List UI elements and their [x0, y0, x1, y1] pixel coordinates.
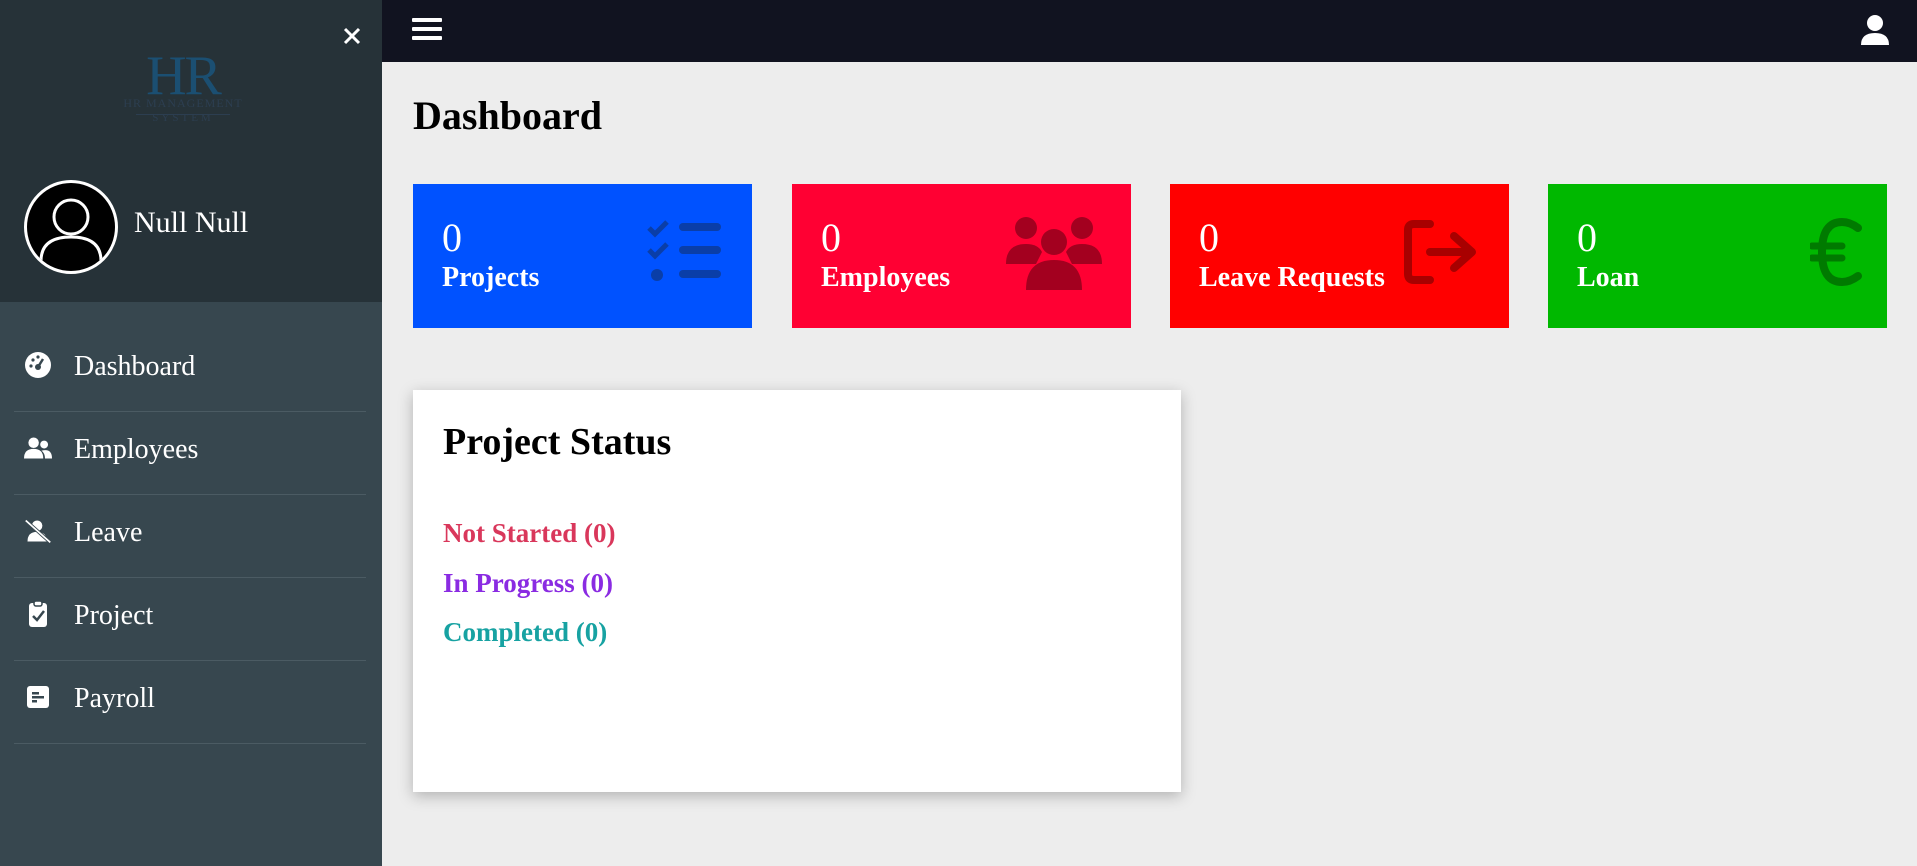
leave-requests-card[interactable]: 0 Leave Requests	[1170, 184, 1509, 328]
logo-system-text: SYSTEM	[152, 112, 214, 124]
sidebar-header: HR HR MANAGEMENT SYSTEM Null Null	[0, 0, 382, 302]
card-label: Leave Requests	[1199, 262, 1385, 293]
sidebar-item-payroll[interactable]: Payroll	[14, 661, 366, 744]
gauge-icon	[25, 352, 51, 378]
people-group-icon	[1006, 217, 1102, 290]
card-label: Employees	[821, 262, 951, 293]
sidebar-item-label: Payroll	[74, 683, 155, 714]
top-bar	[382, 0, 1917, 62]
project-status-panel: Project Status Not Started (0) In Progre…	[413, 390, 1181, 792]
employees-card[interactable]: 0 Employees	[792, 184, 1131, 328]
sidebar-item-label: Employees	[74, 434, 199, 465]
app-logo: HR HR MANAGEMENT SYSTEM	[108, 48, 258, 124]
sidebar-item-label: Leave	[74, 517, 143, 548]
card-value: 0	[442, 215, 462, 260]
sidebar-item-label: Project	[74, 600, 154, 631]
sidebar-item-leave[interactable]: Leave	[14, 495, 366, 578]
status-completed: Completed (0)	[443, 617, 608, 647]
sidebar-item-project[interactable]: Project	[14, 578, 366, 661]
sidebar-item-dashboard[interactable]: Dashboard	[14, 329, 366, 412]
close-icon	[343, 27, 361, 45]
user-menu-button[interactable]	[1860, 14, 1890, 46]
menu-toggle-button[interactable]	[412, 16, 442, 42]
project-status-title: Project Status	[443, 421, 672, 463]
receipt-icon	[27, 686, 49, 708]
sidebar-item-label: Dashboard	[74, 351, 196, 382]
sidebar-item-employees[interactable]: Employees	[14, 412, 366, 495]
user-avatar-icon	[39, 198, 103, 262]
page-title: Dashboard	[413, 93, 602, 138]
loan-card[interactable]: 0 Loan	[1548, 184, 1887, 328]
user-slash-icon	[24, 519, 52, 544]
close-sidebar-button[interactable]	[338, 22, 366, 50]
user-icon	[1861, 15, 1889, 45]
users-icon	[24, 437, 52, 459]
card-label: Projects	[442, 262, 540, 293]
card-value: 0	[1199, 215, 1219, 260]
avatar[interactable]	[24, 180, 118, 274]
card-label: Loan	[1577, 262, 1640, 293]
clipboard-check-icon	[29, 600, 47, 627]
sidebar-nav: Dashboard Employees Leave Project Payrol…	[14, 329, 366, 744]
hamburger-icon	[412, 18, 442, 40]
card-value: 0	[1577, 215, 1597, 260]
logo-subtitle: HR MANAGEMENT	[123, 96, 243, 110]
user-name: Null Null	[134, 206, 249, 239]
status-in-progress: In Progress (0)	[443, 568, 613, 598]
card-value: 0	[821, 215, 841, 260]
sign-out-icon	[1404, 220, 1476, 284]
list-check-icon	[647, 220, 721, 281]
status-not-started: Not Started (0)	[443, 518, 616, 548]
euro-icon	[1810, 218, 1862, 286]
sidebar: HR HR MANAGEMENT SYSTEM Null Null Dashbo…	[0, 0, 382, 866]
projects-card[interactable]: 0 Projects	[413, 184, 752, 328]
